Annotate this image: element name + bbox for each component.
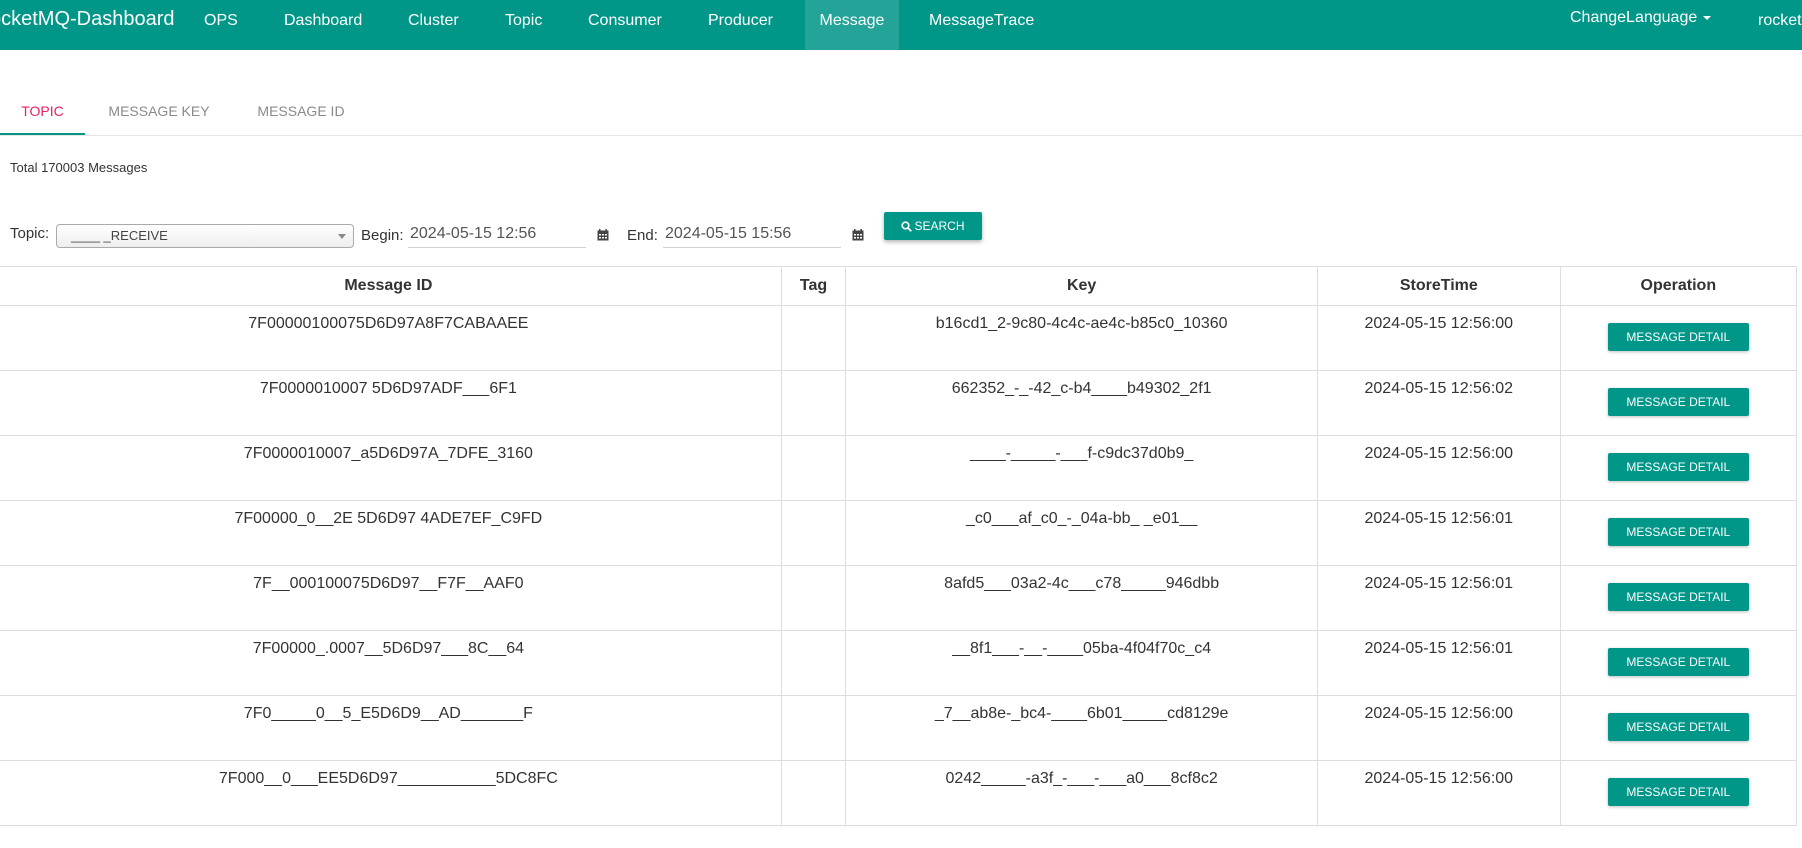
operation-cell: MESSAGE DETAIL (1559, 760, 1798, 826)
table-row: 7F0_____0__5_E5D6D9__AD_______F _7__ab8e… (0, 695, 1798, 761)
tag-cell (780, 630, 847, 696)
search-mode-tabs: TOPIC MESSAGE KEY MESSAGE ID (0, 88, 1802, 136)
end-date-input[interactable] (663, 220, 841, 248)
store-time-cell: 2024-05-15 12:56:01 (1316, 630, 1561, 696)
message-detail-button[interactable]: MESSAGE DETAIL (1607, 778, 1749, 806)
tab-message-key[interactable]: MESSAGE KEY (100, 88, 218, 134)
store-time-cell: 2024-05-15 12:56:00 (1316, 435, 1561, 501)
table-row: 7F0000010007_a5D6D97A_7DFE_3160 ____-___… (0, 435, 1798, 501)
key-cell: ____-_____-___f-c9dc37d0b9_ (845, 435, 1318, 501)
column-header-storetime: StoreTime (1316, 266, 1561, 306)
nav-topic[interactable]: Topic (491, 0, 556, 50)
nav-dashboard[interactable]: Dashboard (270, 0, 376, 50)
nav-messagetrace[interactable]: MessageTrace (915, 0, 1048, 50)
message-detail-button[interactable]: MESSAGE DETAIL (1607, 518, 1749, 546)
tag-cell (780, 305, 847, 371)
key-cell: _c0___af_c0_-_04a-bb_ _e01__ (845, 500, 1318, 566)
table-row: 7F000__0___EE5D6D97___________5DC8FC 024… (0, 760, 1798, 826)
tag-cell (780, 435, 847, 501)
calendar-icon[interactable] (852, 229, 864, 241)
message-detail-button[interactable]: MESSAGE DETAIL (1607, 713, 1749, 741)
store-time-cell: 2024-05-15 12:56:02 (1316, 370, 1561, 436)
message-id-cell: 7F00000_.0007__5D6D97___8C__64 (0, 630, 782, 696)
calendar-icon[interactable] (597, 229, 609, 241)
table-row: 7F__000100075D6D97__F7F__AAF0 8afd5___03… (0, 565, 1798, 631)
store-time-cell: 2024-05-15 12:56:00 (1316, 695, 1561, 761)
message-id-cell: 7F__000100075D6D97__F7F__AAF0 (0, 565, 782, 631)
message-detail-button[interactable]: MESSAGE DETAIL (1607, 453, 1749, 481)
nav-producer[interactable]: Producer (694, 0, 787, 50)
message-id-cell: 7F0000010007_a5D6D97A_7DFE_3160 (0, 435, 782, 501)
topic-select-value: ____ _RECEIVE (71, 228, 168, 243)
table-row: 7F00000_.0007__5D6D97___8C__64 __8f1___-… (0, 630, 1798, 696)
nav-message[interactable]: Message (805, 0, 899, 50)
key-cell: 662352_-_-42_c-b4____b49302_2f1 (845, 370, 1318, 436)
begin-label: Begin: (361, 227, 404, 244)
column-header-operation: Operation (1559, 266, 1798, 306)
nav-consumer[interactable]: Consumer (574, 0, 676, 50)
total-messages-text: Total 170003 Messages (10, 160, 148, 175)
table-header-row: Message ID Tag Key StoreTime Operation (0, 266, 1798, 306)
tab-message-id[interactable]: MESSAGE ID (248, 88, 354, 134)
tag-cell (780, 760, 847, 826)
select-arrow-icon (338, 234, 346, 239)
message-detail-button[interactable]: MESSAGE DETAIL (1607, 583, 1749, 611)
message-id-cell: 7F00000100075D6D97A8F7CABAAEE (0, 305, 782, 371)
table-row: 7F0000010007 5D6D97ADF___6F1 662352_-_-4… (0, 370, 1798, 436)
store-time-cell: 2024-05-15 12:56:01 (1316, 500, 1561, 566)
message-detail-button[interactable]: MESSAGE DETAIL (1607, 388, 1749, 416)
key-cell: _7__ab8e-_bc4-____6b01_____cd8129e (845, 695, 1318, 761)
message-id-cell: 7F00000_0__2E 5D6D97 4ADE7EF_C9FD (0, 500, 782, 566)
tag-cell (780, 370, 847, 436)
topic-select[interactable]: ____ _RECEIVE (56, 224, 354, 248)
key-cell: 8afd5___03a2-4c___c78_____946dbb (845, 565, 1318, 631)
change-language-label: ChangeLanguage (1570, 9, 1698, 26)
end-label: End: (627, 227, 658, 244)
table-row: 7F00000100075D6D97A8F7CABAAEE b16cd1_2-9… (0, 305, 1798, 371)
message-id-cell: 7F0000010007 5D6D97ADF___6F1 (0, 370, 782, 436)
tag-cell (780, 565, 847, 631)
search-button-label: SEARCH (914, 219, 965, 233)
message-id-cell: 7F000__0___EE5D6D97___________5DC8FC (0, 760, 782, 826)
nav-ops[interactable]: OPS (190, 0, 252, 50)
column-header-tag: Tag (780, 266, 847, 306)
tag-cell (780, 500, 847, 566)
operation-cell: MESSAGE DETAIL (1559, 370, 1798, 436)
store-time-cell: 2024-05-15 12:56:00 (1316, 305, 1561, 371)
messages-table: Message ID Tag Key StoreTime Operation 7… (0, 266, 1798, 826)
tab-topic[interactable]: TOPIC (0, 88, 85, 135)
nav-cluster[interactable]: Cluster (394, 0, 473, 50)
key-cell: b16cd1_2-9c80-4c4c-ae4c-b85c0_10360 (845, 305, 1318, 371)
operation-cell: MESSAGE DETAIL (1559, 630, 1798, 696)
user-menu[interactable]: rocket (1744, 0, 1802, 50)
store-time-cell: 2024-05-15 12:56:00 (1316, 760, 1561, 826)
search-icon (901, 220, 913, 232)
key-cell: __8f1___-__-____05ba-4f04f70c_c4 (845, 630, 1318, 696)
operation-cell: MESSAGE DETAIL (1559, 695, 1798, 761)
topic-label: Topic: (10, 225, 50, 242)
change-language-dropdown[interactable]: ChangeLanguage (1556, 0, 1725, 50)
message-detail-button[interactable]: MESSAGE DETAIL (1607, 323, 1749, 351)
operation-cell: MESSAGE DETAIL (1559, 435, 1798, 501)
brand-logo-text[interactable]: ocketMQ-Dashboard (0, 8, 175, 31)
operation-cell: MESSAGE DETAIL (1559, 305, 1798, 371)
tag-cell (780, 695, 847, 761)
store-time-cell: 2024-05-15 12:56:01 (1316, 565, 1561, 631)
column-header-key: Key (845, 266, 1318, 306)
operation-cell: MESSAGE DETAIL (1559, 565, 1798, 631)
key-cell: 0242_____-a3f_-___-___a0___8cf8c2 (845, 760, 1318, 826)
top-navbar: ocketMQ-Dashboard OPS Dashboard Cluster … (0, 0, 1802, 50)
begin-date-input[interactable] (408, 220, 586, 248)
column-header-message-id: Message ID (0, 266, 782, 306)
message-detail-button[interactable]: MESSAGE DETAIL (1607, 648, 1749, 676)
table-row: 7F00000_0__2E 5D6D97 4ADE7EF_C9FD _c0___… (0, 500, 1798, 566)
operation-cell: MESSAGE DETAIL (1559, 500, 1798, 566)
message-id-cell: 7F0_____0__5_E5D6D9__AD_______F (0, 695, 782, 761)
search-button[interactable]: SEARCH (884, 212, 982, 240)
chevron-down-icon (1703, 15, 1712, 20)
